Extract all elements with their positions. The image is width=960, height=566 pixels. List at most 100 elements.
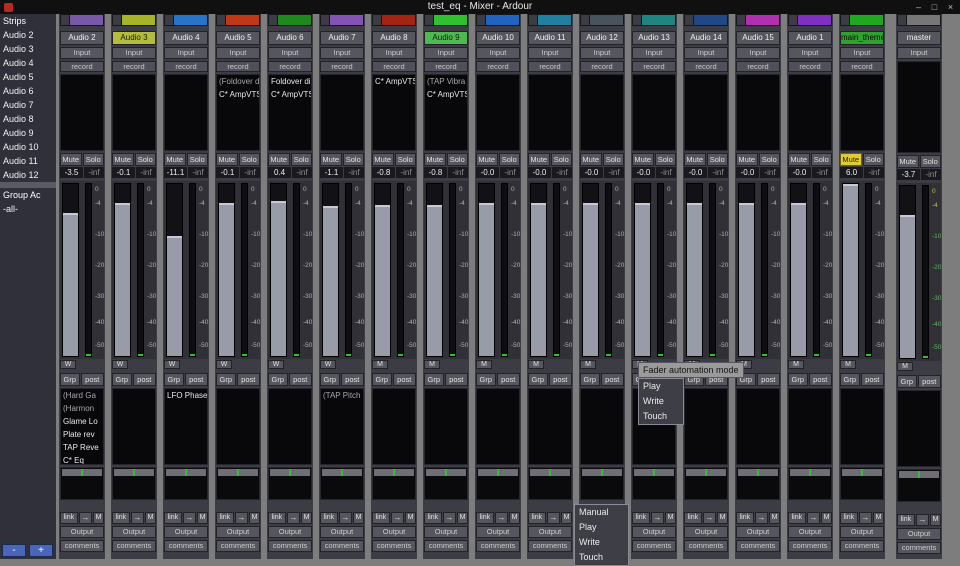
mute-button[interactable]: Mute — [736, 153, 758, 166]
group-button[interactable]: Grp — [424, 373, 444, 386]
pan-link-direction-button[interactable]: → — [79, 512, 92, 524]
pan-automation-button[interactable]: M — [405, 512, 416, 524]
pan-link-direction-button[interactable]: → — [183, 512, 196, 524]
pan-link-direction-button[interactable]: → — [807, 512, 820, 524]
pan-link-button[interactable]: link — [164, 512, 182, 524]
pan-position-bar[interactable] — [899, 471, 939, 478]
mute-button[interactable]: Mute — [424, 153, 446, 166]
group-button[interactable]: Grp — [897, 375, 917, 388]
gain-display[interactable]: -0.0 — [476, 167, 499, 178]
metering-point-button[interactable]: post — [237, 373, 260, 386]
gain-display[interactable]: -0.0 — [736, 167, 759, 178]
processor-box-prefader[interactable] — [320, 74, 364, 151]
hide-strip-button[interactable] — [217, 15, 226, 25]
processor-box-postfader[interactable] — [372, 388, 416, 465]
gain-fader[interactable] — [426, 183, 443, 357]
record-arm-button[interactable]: record — [320, 61, 364, 72]
processor-entry[interactable]: C* AmpVTS — [217, 88, 259, 101]
group-button[interactable]: Grp — [528, 373, 548, 386]
pan-link-button[interactable]: link — [268, 512, 286, 524]
pan-automation-button[interactable]: M — [301, 512, 312, 524]
processor-entry[interactable]: C* Eq — [61, 454, 103, 465]
strip-name-button[interactable]: Audio 13 — [632, 31, 676, 45]
pan-link-button[interactable]: link — [897, 514, 915, 526]
panner[interactable] — [320, 467, 364, 500]
solo-button[interactable]: Solo — [707, 153, 729, 166]
processor-box-postfader[interactable]: LFO Phaser — [164, 388, 208, 465]
record-arm-button[interactable]: record — [736, 61, 780, 72]
metering-point-button[interactable]: post — [757, 373, 780, 386]
remove-group-button[interactable]: - — [2, 544, 26, 557]
processor-box-postfader[interactable] — [897, 390, 941, 467]
input-button[interactable]: Input — [528, 47, 572, 59]
comments-button[interactable]: comments — [216, 540, 260, 552]
peak-display[interactable]: -inf — [921, 169, 941, 180]
strip-color-bar[interactable] — [897, 14, 941, 26]
gain-display[interactable]: -11.1 — [164, 167, 187, 178]
gain-fader[interactable] — [166, 183, 183, 357]
mute-button[interactable]: Mute — [216, 153, 238, 166]
pan-position-bar[interactable] — [738, 469, 778, 476]
comments-button[interactable]: comments — [60, 540, 104, 552]
record-arm-button[interactable]: record — [112, 61, 156, 72]
comments-button[interactable]: comments — [684, 540, 728, 552]
record-arm-button[interactable]: record — [424, 61, 468, 72]
gain-display[interactable]: -1.1 — [320, 167, 343, 178]
pan-position-bar[interactable] — [374, 469, 414, 476]
menu-item[interactable]: Touch — [639, 409, 683, 424]
input-button[interactable]: Input — [684, 47, 728, 59]
peak-display[interactable]: -inf — [240, 167, 260, 178]
gain-fader[interactable] — [218, 183, 235, 357]
processor-box-postfader[interactable] — [216, 388, 260, 465]
processor-entry[interactable]: C* AmpVTS — [425, 88, 467, 101]
gain-display[interactable]: -0.8 — [372, 167, 395, 178]
input-button[interactable]: Input — [268, 47, 312, 59]
hide-strip-button[interactable] — [165, 15, 174, 25]
pan-link-button[interactable]: link — [528, 512, 546, 524]
processor-box-postfader[interactable] — [476, 388, 520, 465]
mute-button[interactable]: Mute — [268, 153, 290, 166]
pan-link-direction-button[interactable]: → — [339, 512, 352, 524]
comments-button[interactable]: comments — [112, 540, 156, 552]
comments-button[interactable]: comments — [372, 540, 416, 552]
hide-strip-button[interactable] — [581, 15, 590, 25]
processor-box-postfader[interactable] — [528, 388, 572, 465]
panner[interactable] — [897, 469, 941, 502]
solo-button[interactable]: Solo — [187, 153, 209, 166]
gain-display[interactable]: -0.0 — [528, 167, 551, 178]
group-button[interactable]: Grp — [60, 373, 80, 386]
strip-name-button[interactable]: Audio 15 — [736, 31, 780, 45]
output-button[interactable]: Output — [840, 526, 884, 538]
processor-box-prefader[interactable] — [788, 74, 832, 151]
record-arm-button[interactable]: record — [632, 61, 676, 72]
input-button[interactable]: Input — [580, 47, 624, 59]
strip-color-bar[interactable] — [528, 14, 572, 26]
processor-box-postfader[interactable] — [788, 388, 832, 465]
metering-point-button[interactable]: post — [133, 373, 156, 386]
hide-strip-button[interactable] — [841, 15, 850, 25]
record-arm-button[interactable]: record — [60, 61, 104, 72]
strip-name-button[interactable]: main_theme — [840, 31, 884, 45]
panner[interactable] — [840, 467, 884, 500]
pan-link-button[interactable]: link — [476, 512, 494, 524]
gain-fader[interactable] — [478, 183, 495, 357]
peak-display[interactable]: -inf — [708, 167, 728, 178]
group-button[interactable]: Grp — [788, 373, 808, 386]
solo-button[interactable]: Solo — [603, 153, 625, 166]
processor-box-prefader[interactable] — [580, 74, 624, 151]
input-button[interactable]: Input — [897, 47, 941, 59]
panner[interactable] — [372, 467, 416, 500]
peak-display[interactable]: -inf — [604, 167, 624, 178]
panner[interactable] — [684, 467, 728, 500]
input-button[interactable]: Input — [632, 47, 676, 59]
strip-name-button[interactable]: Audio 11 — [528, 31, 572, 45]
gain-display[interactable]: -0.1 — [216, 167, 239, 178]
metering-point-button[interactable]: post — [861, 373, 884, 386]
pan-position-bar[interactable] — [530, 469, 570, 476]
record-arm-button[interactable]: record — [268, 61, 312, 72]
comments-button[interactable]: comments — [320, 540, 364, 552]
fader-automation-button[interactable]: M — [476, 360, 492, 369]
output-button[interactable]: Output — [372, 526, 416, 538]
fader-automation-button[interactable]: M — [424, 360, 440, 369]
strip-name-button[interactable]: Audio 10 — [476, 31, 520, 45]
